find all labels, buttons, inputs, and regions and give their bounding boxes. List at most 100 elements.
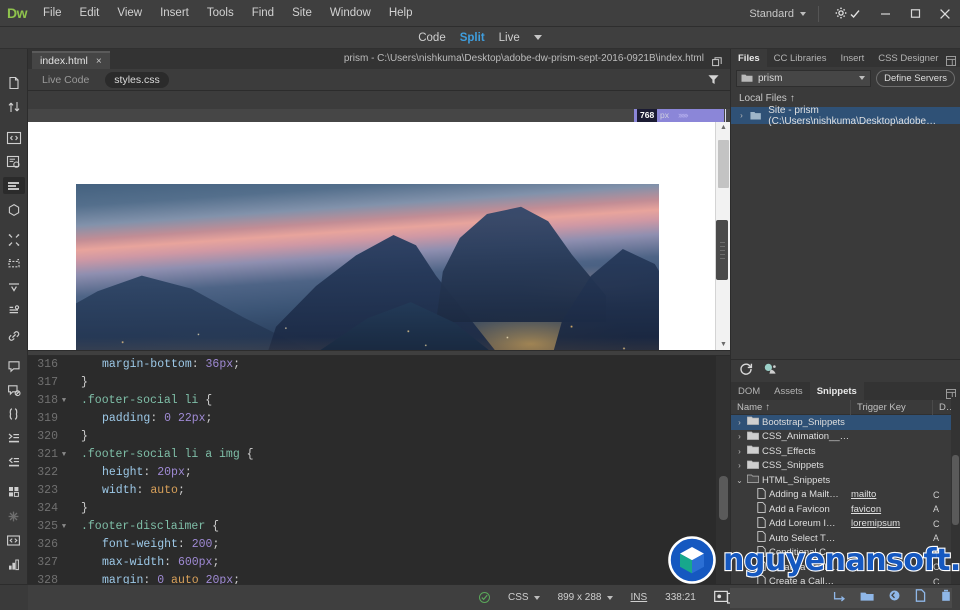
menu-item-find[interactable]: Find [243,0,283,27]
tab-insert[interactable]: Insert [833,49,871,67]
refresh-files-icon[interactable] [888,589,901,607]
code-line[interactable]: 318 ▼ .footer-social li { [28,392,716,410]
code-lines[interactable]: 316 margin-bottom: 36px; 317} 318 ▼ .footer-s… [28,356,716,584]
tab-css-designer[interactable]: CSS Designer [871,49,945,67]
add-comment-icon[interactable] [3,358,25,375]
document-tab-index-html[interactable]: index.html × [32,51,110,69]
file-tree-body[interactable] [731,124,960,329]
code-fold-icon[interactable] [58,410,70,428]
remove-comment-icon[interactable] [3,382,25,399]
menu-item-window[interactable]: Window [321,0,380,27]
live-code-button[interactable]: Live Code [42,74,89,86]
delete-icon[interactable] [940,589,952,607]
tab-assets[interactable]: Assets [767,382,810,400]
new-file-icon[interactable] [915,588,926,607]
snippets-scrollbar[interactable] [951,397,960,585]
panel-menu-icon[interactable] [946,53,956,71]
hexagon-settings-icon[interactable] [3,201,25,218]
code-line[interactable]: 328 margin: 0 auto 20px; [28,572,716,584]
window-size-selector[interactable]: 899 x 288 [549,585,622,610]
menu-item-tools[interactable]: Tools [198,0,243,27]
code-fold-icon[interactable] [58,374,70,392]
scroll-up-icon[interactable]: ▲ [720,124,727,131]
snippet-item-row[interactable]: Add Loreum I… loremipsum C [731,516,960,532]
code-inspect-icon[interactable] [3,153,25,170]
editor-scrollbar[interactable] [716,356,730,584]
code-line[interactable]: 323 width: auto; [28,482,716,500]
live-preview-pane[interactable]: 768 px ›››››› ▲ ▼ [28,91,730,350]
view-chevron-down-icon[interactable] [533,35,542,40]
get-files-icon[interactable] [833,589,846,607]
menu-item-file[interactable]: File [34,0,71,27]
code-fold-icon[interactable]: ▼ [58,446,70,464]
format-source-code-icon[interactable] [2,177,25,195]
select-parent-tag-icon[interactable] [3,256,25,273]
code-line[interactable]: 322 height: 20px; [28,464,716,482]
code-fold-icon[interactable] [58,536,70,554]
code-line[interactable]: 319 padding: 0 22px; [28,410,716,428]
close-icon[interactable]: × [96,56,102,67]
maximize-button[interactable] [900,0,930,27]
tab-cc-libraries[interactable]: CC Libraries [767,49,834,67]
panel-collapse-handle[interactable] [716,220,728,280]
code-line[interactable]: 317} [28,374,716,392]
rendered-page[interactable] [28,122,715,350]
doc-type-selector[interactable]: CSS [499,585,549,610]
site-selector[interactable]: prism [736,69,872,87]
collapse-selection-icon[interactable] [3,406,25,423]
scrollbar-thumb[interactable] [952,455,959,525]
code-fold-icon[interactable] [58,428,70,446]
code-line[interactable]: 326 font-weight: 200; [28,536,716,554]
scroll-down-icon[interactable]: ▼ [720,341,727,348]
snippet-item-row[interactable]: Conditional C… T [731,545,960,561]
validation-status[interactable] [470,585,499,610]
close-button[interactable] [930,0,960,27]
related-file-styles-css[interactable]: styles.css [105,71,169,88]
view-mode-code[interactable]: Code [418,32,446,44]
snippet-folder-row[interactable]: › CSS_Snippets [731,459,960,474]
outdent-code-icon[interactable] [3,453,25,470]
menu-item-edit[interactable]: Edit [71,0,109,27]
folder-icon[interactable] [860,589,874,607]
tab-dom[interactable]: DOM [731,382,767,400]
recent-snippets-icon[interactable] [3,303,25,320]
code-fold-icon[interactable] [58,356,70,374]
open-documents-icon[interactable] [3,75,25,92]
fit-width-icon[interactable] [3,532,25,549]
minimize-button[interactable] [870,0,900,27]
column-name[interactable]: Name ↑ [731,399,851,415]
chevron-down-icon[interactable]: ⌄ [735,476,744,485]
code-fold-icon[interactable] [58,482,70,500]
scrollbar-thumb[interactable] [718,140,729,188]
workspace-switcher[interactable]: Standard [739,8,812,20]
define-servers-button[interactable]: Define Servers [876,69,955,87]
file-management-icon[interactable] [3,99,25,116]
snippets-list[interactable]: › Bootstrap_Snippets › CSS_Animation__… › CSS… [731,415,960,604]
snippet-item-row[interactable]: Create a Back… C [731,560,960,575]
preferences-button[interactable] [825,7,870,20]
column-trigger-key[interactable]: Trigger Key [851,399,933,415]
chevron-right-icon[interactable]: › [735,461,744,470]
code-line[interactable]: 321 ▼ .footer-social li a img { [28,446,716,464]
code-fold-icon[interactable] [58,500,70,518]
chevron-right-icon[interactable]: › [735,432,744,441]
code-fold-icon[interactable]: ▼ [58,518,70,536]
bar-chart-icon[interactable] [3,556,25,573]
chevron-right-icon[interactable]: › [737,111,746,120]
snippet-folder-row[interactable]: › CSS_Animation__… [731,430,960,445]
snippet-folder-row[interactable]: › Bootstrap_Snippets [731,415,960,430]
menu-item-view[interactable]: View [108,0,151,27]
code-fold-icon[interactable]: ▼ [58,392,70,410]
snippet-item-row[interactable]: Auto Select T… A [731,531,960,546]
chevron-right-icon[interactable]: › [735,418,744,427]
snippet-folder-row[interactable]: › CSS_Effects [731,444,960,459]
file-tree-root[interactable]: › Site - prism (C:\Users\nishkuma\Deskto… [731,105,960,127]
code-editor[interactable]: 316 margin-bottom: 36px; 317} 318 ▼ .footer-s… [28,356,730,584]
code-line[interactable]: 316 margin-bottom: 36px; [28,356,716,374]
code-line[interactable]: 324} [28,500,716,518]
refresh-icon[interactable] [739,362,753,381]
grid-layout-icon[interactable] [3,484,25,501]
code-line[interactable]: 327 max-width: 600px; [28,554,716,572]
chevron-right-icon[interactable]: › [735,447,744,456]
snippet-folder-row[interactable]: ⌄ HTML_Snippets [731,473,960,488]
